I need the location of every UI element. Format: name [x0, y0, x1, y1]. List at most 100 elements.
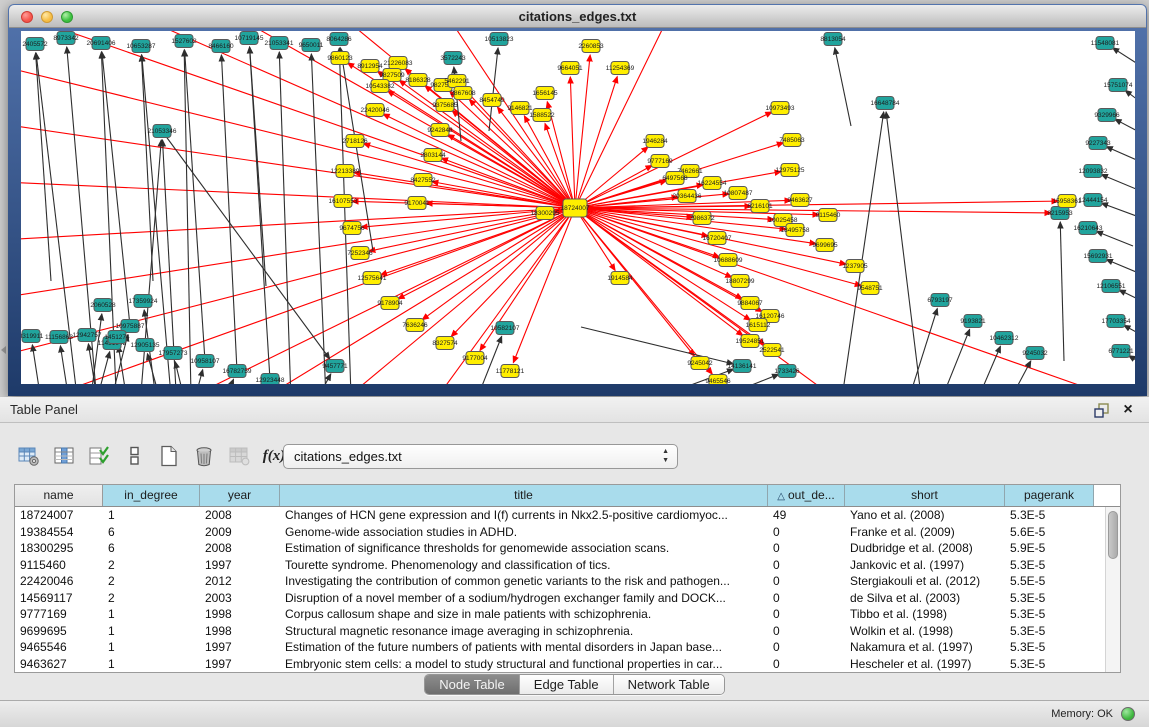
- table-cell[interactable]: Disruption of a novel member of a sodium…: [280, 590, 768, 607]
- table-row[interactable]: 946554611997Estimation of the future num…: [15, 639, 1120, 656]
- graph-edge[interactable]: [32, 345, 41, 384]
- graph-edge[interactable]: [1060, 222, 1064, 361]
- graph-edge[interactable]: [1101, 174, 1135, 189]
- table-cell[interactable]: 9699695: [15, 623, 103, 640]
- graph-edge[interactable]: [250, 47, 266, 286]
- table-cell[interactable]: 6: [103, 524, 200, 541]
- table-cell[interactable]: Corpus callosum shape and size in male p…: [280, 606, 768, 623]
- table-cell[interactable]: 1998: [200, 623, 280, 640]
- table-cell[interactable]: 5.3E-5: [1005, 656, 1094, 673]
- column-header-in_degree[interactable]: in_degree: [103, 485, 200, 506]
- table-cell[interactable]: 1997: [200, 639, 280, 656]
- graph-edge[interactable]: [575, 201, 1058, 208]
- graph-edge[interactable]: [271, 208, 575, 384]
- table-cell[interactable]: 0: [768, 557, 845, 574]
- graph-edge[interactable]: [147, 354, 161, 384]
- table-cell[interactable]: 0: [768, 639, 845, 656]
- graph-edge[interactable]: [221, 55, 237, 371]
- table-cell[interactable]: 5.3E-5: [1005, 639, 1094, 656]
- table-row[interactable]: 977716911998Corpus callosum shape and si…: [15, 606, 1120, 623]
- table-cell[interactable]: 5.3E-5: [1005, 557, 1094, 574]
- table-row[interactable]: 1456911722003Disruption of a novel membe…: [15, 590, 1120, 607]
- table-cell[interactable]: 0: [768, 590, 845, 607]
- table-cell[interactable]: Stergiakouli et al. (2012): [845, 573, 1005, 590]
- table-cell[interactable]: 9463627: [15, 656, 103, 673]
- table-cell[interactable]: Estimation of significance thresholds fo…: [280, 540, 768, 557]
- table-cell[interactable]: 1: [103, 623, 200, 640]
- graph-edge[interactable]: [339, 48, 351, 384]
- network-canvas[interactable]: 1872400718300295240557289733422069140610…: [21, 31, 1135, 384]
- graph-edge[interactable]: [191, 31, 575, 208]
- graph-edge[interactable]: [448, 135, 575, 208]
- table-row[interactable]: 2242004622012Investigating the contribut…: [15, 573, 1120, 590]
- graph-edge[interactable]: [843, 112, 884, 384]
- table-cell[interactable]: 5.5E-5: [1005, 573, 1094, 590]
- graph-edge[interactable]: [575, 208, 1135, 384]
- table-cell[interactable]: 9115460: [15, 557, 103, 574]
- graph-edge[interactable]: [1115, 119, 1135, 134]
- vertical-scrollbar[interactable]: [1105, 507, 1120, 672]
- tab-edge-table[interactable]: Edge Table: [520, 675, 614, 694]
- table-cell[interactable]: Wolkin et al. (1998): [845, 623, 1005, 640]
- column-header-name[interactable]: name: [15, 485, 103, 506]
- table-cell[interactable]: 6: [103, 540, 200, 557]
- column-header-year[interactable]: year: [200, 485, 280, 506]
- graph-edge[interactable]: [102, 52, 130, 326]
- table-cell[interactable]: 0: [768, 623, 845, 640]
- graph-edge[interactable]: [1106, 259, 1135, 274]
- table-cell[interactable]: Tourette syndrome. Phenomenology and cla…: [280, 557, 768, 574]
- graph-edge[interactable]: [936, 329, 970, 384]
- table-cell[interactable]: 1: [103, 639, 200, 656]
- graph-edge[interactable]: [1096, 231, 1133, 246]
- import-table-icon[interactable]: [226, 443, 252, 469]
- column-header-short[interactable]: short: [845, 485, 1005, 506]
- table-cell[interactable]: Structural magnetic resonance image aver…: [280, 623, 768, 640]
- graph-edge[interactable]: [1124, 325, 1135, 339]
- table-cell[interactable]: 2009: [200, 524, 280, 541]
- table-cell[interactable]: 5.6E-5: [1005, 524, 1094, 541]
- table-cell[interactable]: 1: [103, 606, 200, 623]
- table-row[interactable]: 1830029562008Estimation of significance …: [15, 540, 1120, 557]
- table-cell[interactable]: 2003: [200, 590, 280, 607]
- table-cell[interactable]: 0: [768, 656, 845, 673]
- table-cell[interactable]: 2: [103, 590, 200, 607]
- table-cell[interactable]: 1997: [200, 557, 280, 574]
- table-cell[interactable]: 0: [768, 573, 845, 590]
- graph-edge[interactable]: [1125, 90, 1135, 106]
- select-columns-icon[interactable]: [86, 443, 112, 469]
- table-cell[interactable]: 2: [103, 557, 200, 574]
- table-cell[interactable]: 1: [103, 656, 200, 673]
- table-cell[interactable]: Estimation of the future numbers of pati…: [280, 639, 768, 656]
- graph-edge[interactable]: [581, 327, 733, 364]
- table-cell[interactable]: 0: [768, 606, 845, 623]
- table-cell[interactable]: 5.3E-5: [1005, 623, 1094, 640]
- table-cell[interactable]: Genome-wide association studies in ADHD.: [280, 524, 768, 541]
- graph-edge[interactable]: [1113, 48, 1135, 66]
- tab-node-table[interactable]: Node Table: [425, 675, 520, 694]
- table-cell[interactable]: 1998: [200, 606, 280, 623]
- graph-edge[interactable]: [886, 112, 921, 384]
- graph-edge[interactable]: [279, 52, 291, 384]
- table-cell[interactable]: Jankovic et al. (1997): [845, 557, 1005, 574]
- table-cell[interactable]: Hescheler et al. (1997): [845, 656, 1005, 673]
- tab-network-table[interactable]: Network Table: [614, 675, 724, 694]
- table-cell[interactable]: 49: [768, 507, 845, 524]
- graph-edge[interactable]: [21, 208, 575, 241]
- table-settings-icon[interactable]: [16, 443, 42, 469]
- column-header-title[interactable]: title: [280, 485, 768, 506]
- table-cell[interactable]: 22420046: [15, 573, 103, 590]
- graph-edge[interactable]: [422, 208, 575, 320]
- table-cell[interactable]: 5.3E-5: [1005, 507, 1094, 524]
- graph-edge[interactable]: [1001, 361, 1031, 384]
- table-cell[interactable]: 5.3E-5: [1005, 590, 1094, 607]
- table-cell[interactable]: Dudbridge et al. (2008): [845, 540, 1005, 557]
- graph-edge[interactable]: [193, 370, 203, 384]
- graph-edge[interactable]: [1119, 290, 1135, 303]
- table-cell[interactable]: Embryonic stem cells: a model to study s…: [280, 656, 768, 673]
- graph-edge[interactable]: [835, 48, 851, 126]
- table-cell[interactable]: Investigating the contribution of common…: [280, 573, 768, 590]
- scrollbar-thumb[interactable]: [1108, 511, 1118, 559]
- table-cell[interactable]: 9465546: [15, 639, 103, 656]
- graph-edge[interactable]: [905, 309, 937, 384]
- window-titlebar[interactable]: citations_edges.txt: [9, 5, 1146, 28]
